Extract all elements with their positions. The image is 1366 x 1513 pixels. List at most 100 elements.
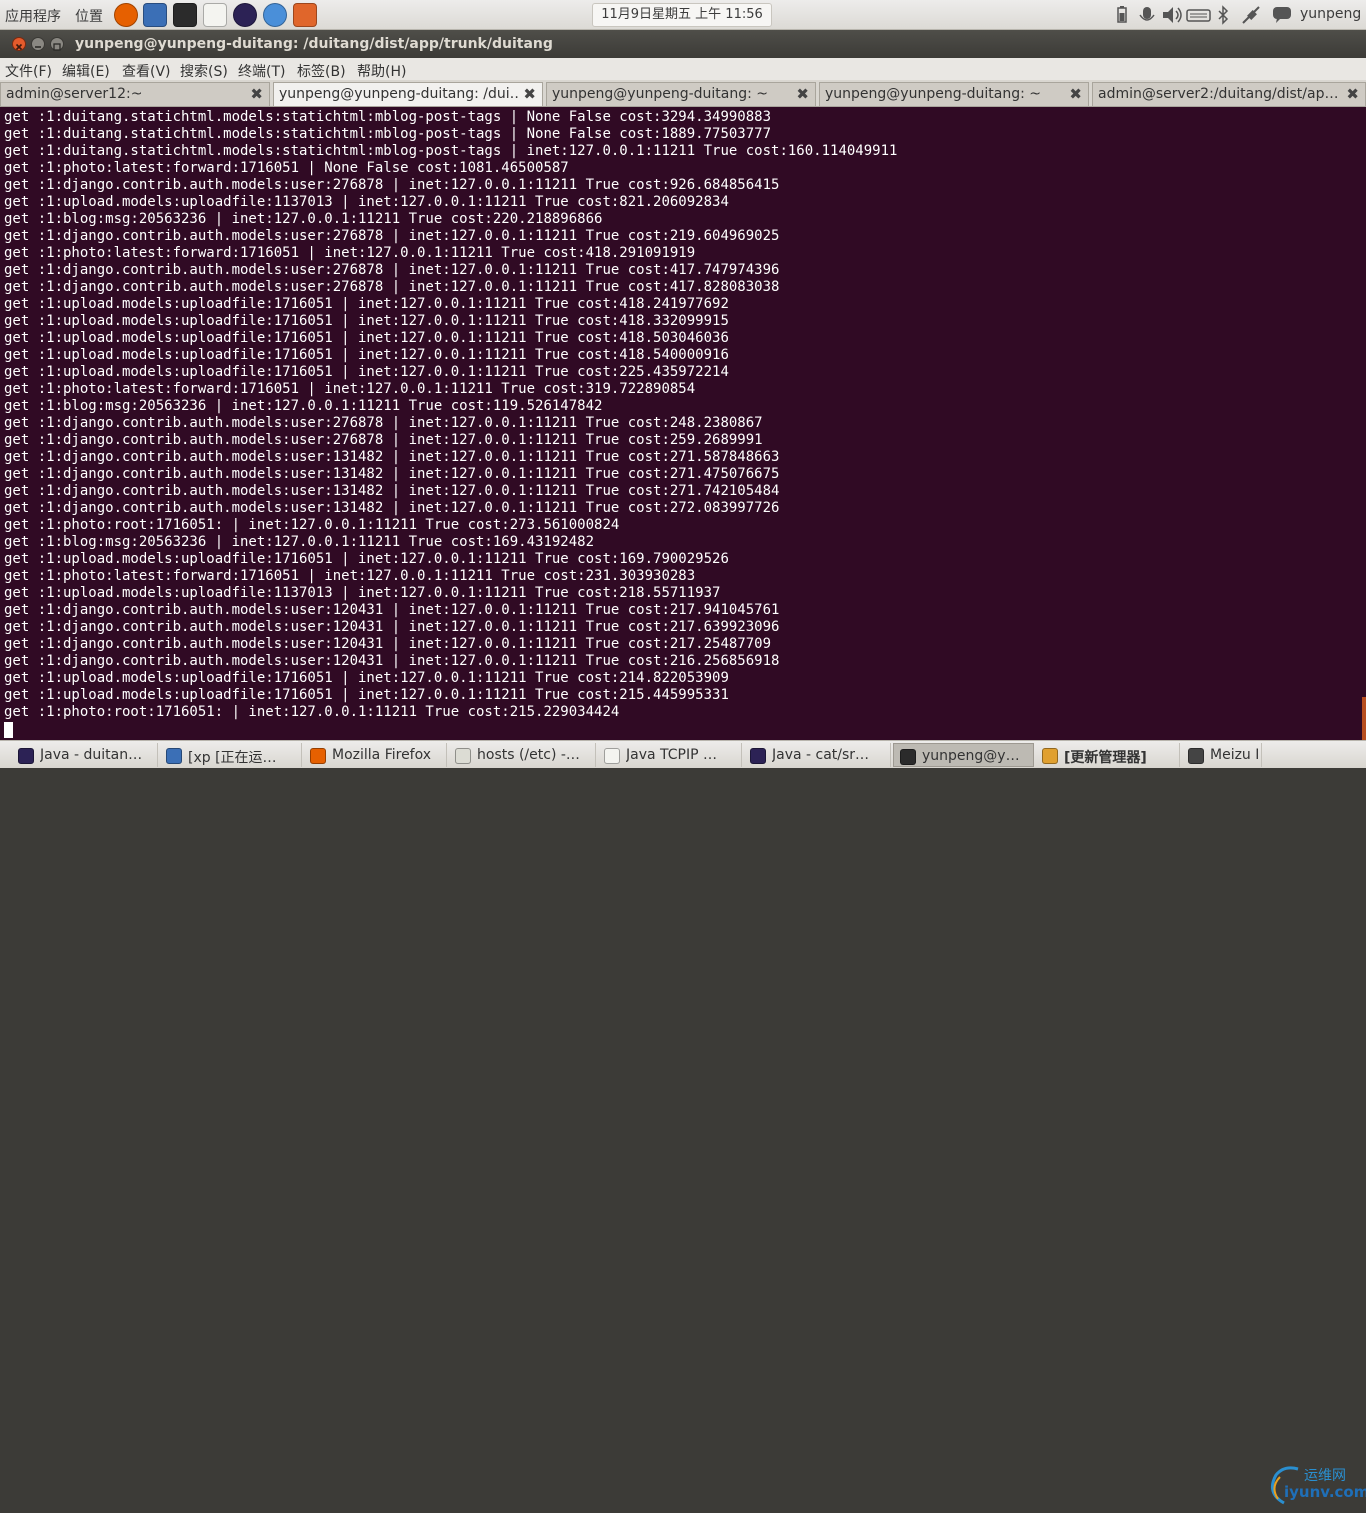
- taskbar-item[interactable]: Mozilla Firefox: [304, 743, 447, 767]
- battery-icon[interactable]: [1114, 5, 1130, 25]
- taskbar-item[interactable]: Java - cat/sr…: [744, 743, 891, 767]
- terminal-line: get :1:upload.models:uploadfile:1716051 …: [4, 364, 729, 380]
- taskbar-item-label: yunpeng@y…: [922, 748, 1020, 764]
- terminal-line: get :1:upload.models:uploadfile:1137013 …: [4, 585, 721, 601]
- tab-close-icon[interactable]: ✖: [250, 85, 263, 103]
- minimize-icon: [35, 46, 41, 48]
- bluetooth-icon[interactable]: [1216, 5, 1230, 25]
- applications-menu[interactable]: 应用程序: [5, 6, 61, 26]
- tab-close-icon[interactable]: ✖: [523, 85, 536, 103]
- terminal-line: get :1:upload.models:uploadfile:1716051 …: [4, 670, 729, 686]
- tab-label: yunpeng@yunpeng-duitang: ~: [552, 86, 769, 102]
- text-editor-icon: [455, 748, 471, 764]
- maximize-window-button[interactable]: [50, 37, 64, 51]
- watermark-text: 运维网: [1304, 1468, 1346, 1484]
- menu-edit[interactable]: 编辑(E): [62, 61, 110, 81]
- menu-terminal[interactable]: 终端(T): [238, 61, 285, 81]
- terminal-line: get :1:django.contrib.auth.models:user:1…: [4, 500, 780, 516]
- microphone-icon[interactable]: [1136, 5, 1160, 25]
- terminal-line: get :1:photo:latest:forward:1716051 | No…: [4, 160, 569, 176]
- taskbar-item[interactable]: Java TCPIP …: [598, 743, 742, 767]
- menu-search[interactable]: 搜索(S): [180, 61, 228, 81]
- terminal-line: get :1:django.contrib.auth.models:user:2…: [4, 228, 780, 244]
- volume-icon[interactable]: [1160, 5, 1184, 25]
- terminal-tab[interactable]: admin@server12:~ ✖: [0, 82, 270, 106]
- terminal-line: get :1:upload.models:uploadfile:1716051 …: [4, 551, 729, 567]
- terminal-tab[interactable]: yunpeng@yunpeng-duitang: ~ ✖: [819, 82, 1089, 106]
- tab-label: admin@server12:~: [6, 86, 143, 102]
- clock[interactable]: 11月9日星期五 上午 11:56: [592, 3, 772, 27]
- tab-close-icon[interactable]: ✖: [1069, 85, 1082, 103]
- terminal-lines: get :1:duitang.statichtml.models:statich…: [4, 109, 897, 738]
- terminal-line: get :1:django.contrib.auth.models:user:1…: [4, 619, 780, 635]
- terminal-tab[interactable]: admin@server2:/duitang/dist/ap… ✖: [1092, 82, 1366, 106]
- taskbar-item[interactable]: [xp [正在运…: [160, 743, 302, 767]
- scrollbar-thumb[interactable]: [1362, 697, 1366, 740]
- taskbar-item-label: Java - duitan…: [40, 747, 143, 763]
- home-folder-icon[interactable]: [293, 3, 317, 27]
- taskbar-item-label: hosts (/etc) -…: [477, 747, 580, 763]
- window-titlebar[interactable]: yunpeng@yunpeng-duitang: /duitang/dist/a…: [0, 30, 1366, 58]
- update-manager-icon: [1042, 748, 1058, 764]
- minimize-window-button[interactable]: [31, 37, 45, 51]
- vmware-icon: [166, 748, 182, 764]
- terminal-line: get :1:django.contrib.auth.models:user:2…: [4, 432, 763, 448]
- chromium-icon[interactable]: [263, 3, 287, 27]
- eclipse-icon[interactable]: [233, 3, 257, 27]
- terminal-line: get :1:django.contrib.auth.models:user:1…: [4, 653, 780, 669]
- taskbar-item-label: Java - cat/sr…: [772, 747, 870, 763]
- menu-file[interactable]: 文件(F): [5, 61, 52, 81]
- close-window-button[interactable]: [12, 37, 26, 51]
- places-menu[interactable]: 位置: [75, 6, 103, 26]
- menu-tabs[interactable]: 标签(B): [297, 61, 346, 81]
- phone-icon: [1188, 748, 1204, 764]
- tab-close-icon[interactable]: ✖: [796, 85, 809, 103]
- terminal-line: get :1:blog:msg:20563236 | inet:127.0.0.…: [4, 398, 603, 414]
- terminal-scrollbar[interactable]: [1362, 107, 1366, 740]
- terminal-icon[interactable]: [173, 3, 197, 27]
- maximize-icon: [53, 43, 61, 51]
- terminal-line: get :1:upload.models:uploadfile:1716051 …: [4, 687, 729, 703]
- taskbar-item[interactable]: [更新管理器]: [1036, 743, 1180, 767]
- text-editor-icon[interactable]: [203, 3, 227, 27]
- terminal-icon: [900, 749, 916, 765]
- watermark-logo: 运维网 iyunv.com: [1262, 1463, 1366, 1509]
- taskbar-item-label: Mozilla Firefox: [332, 747, 432, 763]
- terminal-line: get :1:django.contrib.auth.models:user:1…: [4, 602, 780, 618]
- taskbar-item[interactable]: Meizu Mo…: [1182, 743, 1262, 767]
- terminal-line: get :1:photo:latest:forward:1716051 | in…: [4, 245, 696, 261]
- close-icon: [15, 43, 23, 51]
- terminal-line: get :1:upload.models:uploadfile:1716051 …: [4, 330, 729, 346]
- terminal-line: get :1:django.contrib.auth.models:user:2…: [4, 415, 763, 431]
- menu-view[interactable]: 查看(V): [122, 61, 171, 81]
- taskbar-item[interactable]: yunpeng@y…: [893, 743, 1034, 767]
- bottom-taskbar: Java - duitan… [xp [正在运… Mozilla Firefox ho…: [0, 740, 1366, 1505]
- terminal-cursor: [4, 722, 13, 738]
- menu-bar: 文件(F) 编辑(E) 查看(V) 搜索(S) 终端(T) 标签(B) 帮助(H…: [0, 58, 1366, 80]
- top-panel: 应用程序 位置 11月9日星期五 上午 11:56 yunpeng: [0, 0, 1366, 30]
- vmware-icon[interactable]: [143, 3, 167, 27]
- terminal-line: get :1:django.contrib.auth.models:user:1…: [4, 449, 780, 465]
- terminal-tab[interactable]: yunpeng@yunpeng-duitang: ~ ✖: [546, 82, 816, 106]
- taskbar-item[interactable]: hosts (/etc) -…: [449, 743, 596, 767]
- tab-label: yunpeng@yunpeng-duitang: ~: [825, 86, 1042, 102]
- terminal-line: get :1:duitang.statichtml.models:statich…: [4, 143, 898, 159]
- username[interactable]: yunpeng: [1300, 6, 1361, 22]
- chat-icon[interactable]: [1272, 5, 1294, 25]
- terminal-line: get :1:duitang.statichtml.models:statich…: [4, 126, 772, 142]
- terminal-line: get :1:photo:root:1716051: | inet:127.0.…: [4, 517, 620, 533]
- eclipse-icon: [750, 748, 766, 764]
- taskbar-item-label: [xp [正在运…: [188, 750, 277, 766]
- menu-help[interactable]: 帮助(H): [357, 61, 406, 81]
- terminal-line: get :1:photo:root:1716051: | inet:127.0.…: [4, 704, 620, 720]
- keyboard-icon[interactable]: [1186, 5, 1212, 25]
- network-icon[interactable]: [1240, 5, 1262, 25]
- terminal-line: get :1:django.contrib.auth.models:user:2…: [4, 262, 780, 278]
- terminal-line: get :1:upload.models:uploadfile:1716051 …: [4, 347, 729, 363]
- taskbar-item[interactable]: Java - duitan…: [12, 743, 158, 767]
- tab-close-icon[interactable]: ✖: [1346, 85, 1359, 103]
- terminal-line: get :1:upload.models:uploadfile:1716051 …: [4, 296, 729, 312]
- terminal-output[interactable]: get :1:duitang.statichtml.models:statich…: [0, 107, 1366, 740]
- firefox-icon[interactable]: [114, 3, 138, 27]
- terminal-tab-active[interactable]: yunpeng@yunpeng-duitang: /dui… ✖: [273, 82, 543, 106]
